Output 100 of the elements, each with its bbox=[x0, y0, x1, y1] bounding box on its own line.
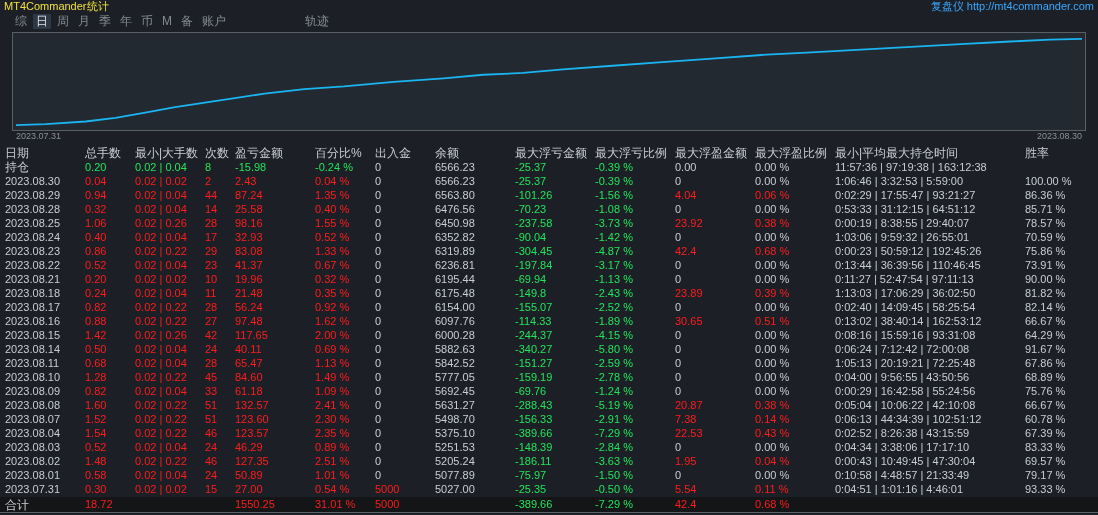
date-cell-text: 2023.08.03 bbox=[5, 441, 62, 453]
cash-flow-cell-text: 0 bbox=[375, 231, 383, 243]
lots-cell-text: 1.52 bbox=[85, 413, 108, 425]
count-cell-text: 46 bbox=[205, 427, 219, 439]
max-profit-cell-text: 23.92 bbox=[675, 217, 704, 229]
win-rate-cell-text: 67.39 % bbox=[1025, 427, 1067, 439]
holding-time-cell-text: 0:11:27 | 52:47:54 | 97:11:13 bbox=[835, 273, 975, 285]
percent-cell-text: 1.33 % bbox=[315, 245, 351, 257]
win-rate-cell-text: 90.00 % bbox=[1025, 273, 1067, 285]
lots-cell-text: 0.24 bbox=[85, 287, 108, 299]
lots-cell-text: 0.30 bbox=[85, 483, 108, 495]
profit-cell-text: 46.29 bbox=[235, 441, 264, 453]
win-rate-cell-text: 81.82 % bbox=[1025, 287, 1067, 299]
balance-cell-text: 5077.89 bbox=[435, 469, 476, 481]
lot-range-cell-text: 0.02 | 0.04 bbox=[135, 259, 188, 271]
profit-cell-text: 40.11 bbox=[235, 343, 263, 355]
count-cell-text: 24 bbox=[205, 469, 219, 481]
balance-cell-text: 6566.23 bbox=[435, 175, 476, 187]
column-header: 最大浮亏金额 bbox=[515, 146, 588, 159]
tab[interactable]: 轨迹 bbox=[302, 14, 332, 29]
balance-cell-text: 5027.00 bbox=[435, 483, 476, 495]
cash-flow-cell-text: 0 bbox=[375, 357, 383, 369]
profit-cell-text: 61.18 bbox=[235, 385, 264, 397]
tab[interactable]: 季 bbox=[96, 14, 114, 29]
column-header: 百分比% bbox=[315, 146, 363, 159]
tab[interactable]: 综 bbox=[12, 14, 30, 29]
lot-range-cell-text: 0.02 | 0.04 bbox=[135, 287, 188, 299]
date-cell-text: 2023.08.02 bbox=[5, 455, 62, 467]
max-profit-percent-cell-text: 0.00 % bbox=[755, 469, 791, 481]
balance-cell-text: 5882.63 bbox=[435, 343, 476, 355]
win-rate-cell-text: 85.71 % bbox=[1025, 203, 1067, 215]
date-cell-text: 2023.08.07 bbox=[5, 413, 62, 425]
max-loss-cell-text: -114.33 bbox=[515, 315, 553, 327]
lots-cell-text: 18.72 bbox=[85, 499, 114, 510]
date-cell-text: 2023.08.01 bbox=[5, 469, 62, 481]
total-label: 合计 bbox=[5, 498, 30, 511]
holding-time-cell-text: 1:05:13 | 20:19:21 | 72:25:48 bbox=[835, 357, 977, 369]
column-header: 最大浮亏比例 bbox=[595, 146, 668, 159]
profit-cell-text: 65.47 bbox=[235, 357, 264, 369]
balance-cell-text: 5498.70 bbox=[435, 413, 476, 425]
column-header: 盈亏金额 bbox=[235, 146, 284, 159]
max-profit-percent-cell-text: 0.00 % bbox=[755, 231, 791, 243]
cash-flow-cell-text: 0 bbox=[375, 469, 383, 481]
max-profit-cell-text: 42.4 bbox=[675, 245, 698, 257]
tab[interactable]: 月 bbox=[75, 14, 93, 29]
tab[interactable]: 年 bbox=[117, 14, 135, 29]
cash-flow-cell-text: 5000 bbox=[375, 499, 401, 510]
profit-cell-text: 27.00 bbox=[235, 483, 264, 495]
cash-flow-cell-text: 0 bbox=[375, 301, 383, 313]
cash-flow-cell-text: 0 bbox=[375, 427, 383, 439]
max-loss-cell-text: -151.27 bbox=[515, 357, 554, 369]
max-profit-cell-text: 0 bbox=[675, 385, 683, 397]
lots-cell-text: 0.20 bbox=[85, 273, 108, 285]
percent-cell-text: 1.35 % bbox=[315, 189, 351, 201]
max-profit-cell-text: 0 bbox=[675, 259, 683, 271]
tab[interactable]: 日 bbox=[33, 14, 51, 29]
lots-cell-text: 0.68 bbox=[85, 357, 108, 369]
lots-cell-text: 0.40 bbox=[85, 231, 108, 243]
date-cell-text: 2023.07.31 bbox=[5, 483, 62, 495]
lot-range-cell-text: 0.02 | 0.02 bbox=[135, 273, 188, 285]
count-cell-text: 11 bbox=[205, 287, 218, 299]
tab[interactable]: 账户 bbox=[199, 14, 229, 29]
win-rate-cell-text: 78.57 % bbox=[1025, 217, 1067, 229]
count-cell-text: 46 bbox=[205, 455, 219, 467]
lot-range-cell-text: 0.02 | 0.02 bbox=[135, 175, 188, 187]
max-loss-percent-cell-text: -1.89 % bbox=[595, 315, 634, 327]
cash-flow-cell-text: 0 bbox=[375, 329, 383, 341]
cash-flow-cell-text: 0 bbox=[375, 385, 383, 397]
percent-cell-text: 0.92 % bbox=[315, 301, 351, 313]
balance-cell-text: 6319.89 bbox=[435, 245, 476, 257]
max-loss-percent-cell-text: -0.50 % bbox=[595, 483, 634, 495]
max-loss-percent-cell-text: -4.87 % bbox=[595, 245, 634, 257]
cash-flow-cell-text: 0 bbox=[375, 343, 383, 355]
max-profit-percent-cell-text: 0.11 % bbox=[755, 483, 790, 495]
tab[interactable]: M bbox=[159, 14, 175, 29]
win-rate-cell-text: 93.33 % bbox=[1025, 483, 1067, 495]
profit-cell-text: 21.48 bbox=[235, 287, 264, 299]
cash-flow-cell-text: 0 bbox=[375, 371, 383, 383]
percent-cell-text: 0.52 % bbox=[315, 231, 351, 243]
max-profit-percent-cell-text: 0.38 % bbox=[755, 399, 791, 411]
date-cell-text: 2023.08.18 bbox=[5, 287, 62, 299]
tab[interactable]: 币 bbox=[138, 14, 156, 29]
max-loss-cell-text: -25.35 bbox=[515, 483, 548, 495]
lots-cell-text: 1.60 bbox=[85, 399, 108, 411]
max-profit-cell-text: 30.65 bbox=[675, 315, 704, 327]
max-loss-cell-text: -148.39 bbox=[515, 441, 554, 453]
tab[interactable]: 周 bbox=[54, 14, 72, 29]
percent-cell-text: 2.00 % bbox=[315, 329, 351, 341]
count-cell-text: 27 bbox=[205, 315, 219, 327]
max-loss-cell-text: -288.43 bbox=[515, 399, 554, 411]
profit-cell-text: 127.35 bbox=[235, 455, 270, 467]
profit-cell-text: 117.65 bbox=[235, 329, 269, 341]
lot-range-cell-text: 0.02 | 0.22 bbox=[135, 427, 188, 439]
website-link[interactable]: 复盘仪 http://mt4commander.com bbox=[930, 1, 1094, 12]
date-cell-text: 2023.08.21 bbox=[5, 273, 62, 285]
tab[interactable]: 备 bbox=[178, 14, 196, 29]
profit-cell-text: 41.37 bbox=[235, 259, 264, 271]
max-loss-cell-text: -69.76 bbox=[515, 385, 548, 397]
cash-flow-cell-text: 0 bbox=[375, 287, 383, 299]
cash-flow-cell-text: 0 bbox=[375, 203, 383, 215]
